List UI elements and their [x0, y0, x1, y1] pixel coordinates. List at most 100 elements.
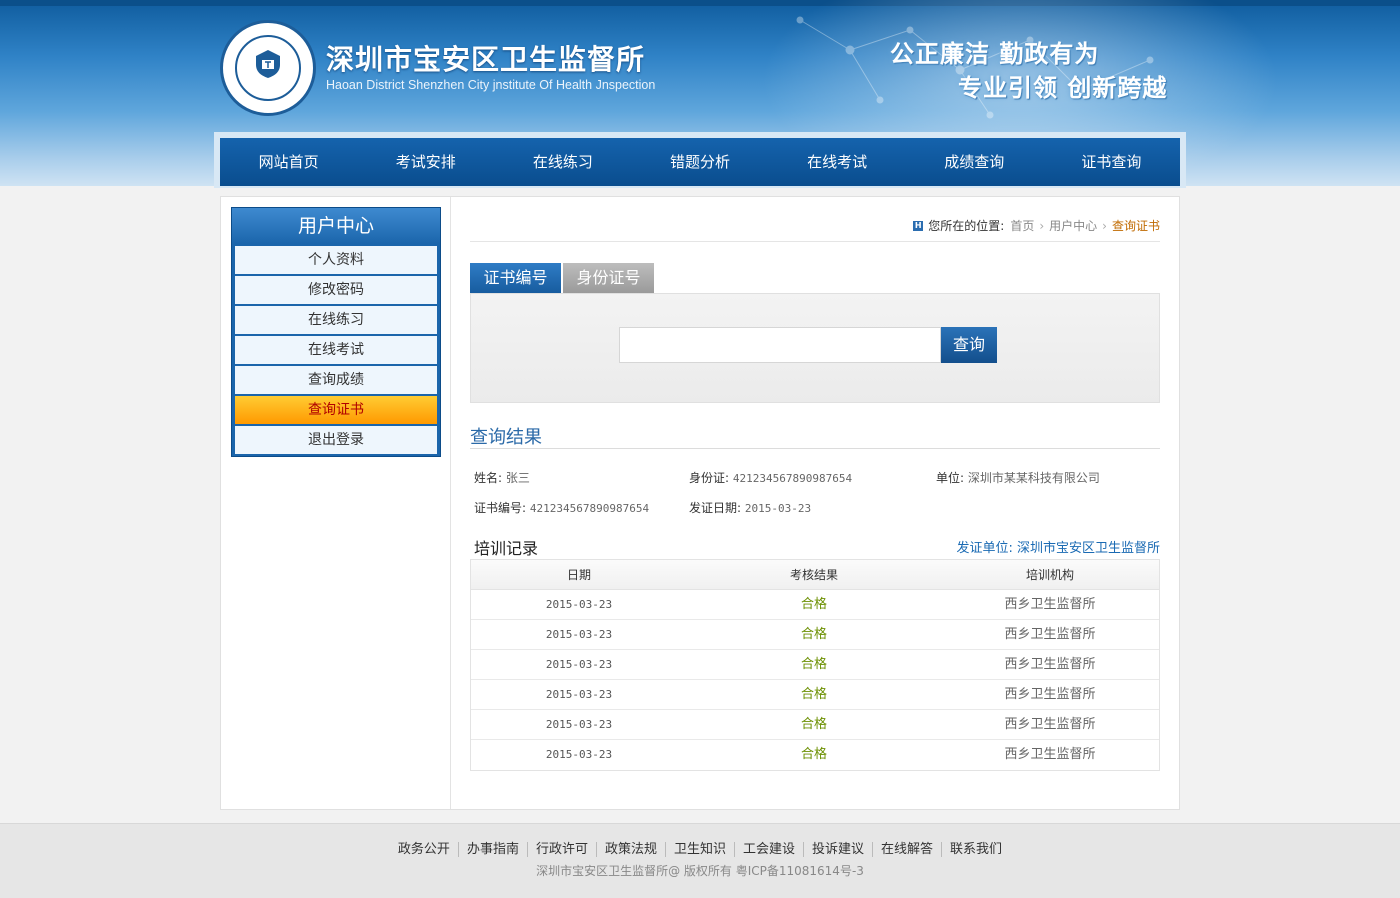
search-panel: 查询 [470, 293, 1160, 403]
cell-date: 2015-03-23 [545, 598, 613, 611]
shield-emblem-icon [256, 50, 280, 78]
content-area: H 您所在的位置: 首页 › 用户中心 › 查询证书 证书编号 身份证号 查询 … [470, 197, 1160, 809]
issuing-unit: 发证单位: 深圳市宝安区卫生监督所 [956, 541, 1160, 556]
chevron-right-icon: › [1102, 218, 1107, 233]
footer-link-complaints[interactable]: 投诉建议 [803, 842, 873, 857]
sidebar-column: 用户中心 个人资料 修改密码 在线练习 在线考试 查询成绩 查询证书 退出登录 [221, 197, 451, 809]
table-row: 2015-03-23 合格 西乡卫生监督所 [471, 620, 1159, 650]
search-button[interactable]: 查询 [941, 327, 997, 363]
sidebar-item-query-scores[interactable]: 查询成绩 [235, 366, 437, 394]
footer-links: 政务公开 办事指南 行政许可 政策法规 卫生知识 工会建设 投诉建议 在线解答 联系我们 [0, 838, 1400, 857]
footer-link-administrative-license[interactable]: 行政许可 [526, 842, 596, 857]
cell-institution: 西乡卫生监督所 [1004, 597, 1096, 612]
id-value: 421234567890987654 [732, 472, 853, 485]
breadcrumb-divider [470, 241, 1160, 242]
unit-value: 深圳市某某科技有限公司 [967, 471, 1100, 485]
table-row: 2015-03-23 合格 西乡卫生监督所 [471, 590, 1159, 620]
breadcrumb-prefix: 您所在的位置: [928, 219, 1005, 233]
issue-date-value: 2015-03-23 [744, 502, 812, 515]
home-marker-icon: H [913, 220, 924, 231]
cell-date: 2015-03-23 [545, 658, 613, 671]
cell-date: 2015-03-23 [545, 688, 613, 701]
cell-result: 合格 [800, 717, 827, 732]
site-footer: 政务公开 办事指南 行政许可 政策法规 卫生知识 工会建设 投诉建议 在线解答 联系我们 深圳市… [0, 823, 1400, 898]
footer-link-service-guide[interactable]: 办事指南 [457, 842, 527, 857]
sidebar-item-online-exam[interactable]: 在线考试 [235, 336, 437, 364]
slogan-line-2: 专业引领 创新跨越 [958, 74, 1168, 102]
info-issue-date: 发证日期: 2015-03-23 [689, 499, 811, 516]
nav-item-home[interactable]: 网站首页 [220, 138, 357, 186]
cell-date: 2015-03-23 [545, 628, 613, 641]
sidebar-item-query-certificate[interactable]: 查询证书 [235, 396, 437, 424]
chevron-right-icon: › [1039, 218, 1045, 233]
footer-link-policies[interactable]: 政策法规 [595, 842, 665, 857]
table-row: 2015-03-23 合格 西乡卫生监督所 [471, 680, 1159, 710]
tab-certificate-number[interactable]: 证书编号 [470, 263, 561, 293]
issue-date-label: 发证日期: [689, 501, 742, 515]
cell-institution: 西乡卫生监督所 [1004, 657, 1096, 672]
cell-result: 合格 [800, 597, 827, 612]
sidebar-item-profile[interactable]: 个人资料 [235, 246, 437, 274]
column-header-result: 考核结果 [789, 568, 838, 582]
cell-date: 2015-03-23 [545, 718, 613, 731]
cert-number-label: 证书编号: [474, 501, 527, 515]
cell-date: 2015-03-23 [545, 748, 613, 761]
column-header-date: 日期 [566, 568, 591, 582]
user-center-menu: 用户中心 个人资料 修改密码 在线练习 在线考试 查询成绩 查询证书 退出登录 [231, 207, 441, 457]
result-divider [470, 448, 1160, 449]
breadcrumb-home[interactable]: 首页 [1010, 217, 1034, 234]
name-label: 姓名: [474, 471, 503, 485]
cell-result: 合格 [800, 687, 827, 702]
main-container: 用户中心 个人资料 修改密码 在线练习 在线考试 查询成绩 查询证书 退出登录 … [220, 196, 1180, 810]
table-row: 2015-03-23 合格 西乡卫生监督所 [471, 740, 1159, 770]
info-name: 姓名: 张三 [474, 469, 530, 486]
unit-label: 单位: [936, 471, 965, 485]
nav-item-online-practice[interactable]: 在线练习 [494, 138, 631, 186]
column-header-institution: 培训机构 [1025, 568, 1074, 582]
nav-item-score-query[interactable]: 成绩查询 [906, 138, 1043, 186]
sidebar-item-logout[interactable]: 退出登录 [235, 426, 437, 454]
breadcrumb-current: 查询证书 [1111, 219, 1160, 233]
breadcrumb-section[interactable]: 用户中心 [1049, 217, 1097, 234]
nav-item-online-exam[interactable]: 在线考试 [769, 138, 906, 186]
cell-institution: 西乡卫生监督所 [1004, 747, 1096, 762]
breadcrumb: H 您所在的位置: 首页 › 用户中心 › 查询证书 [913, 217, 1160, 234]
nav-item-exam-schedule[interactable]: 考试安排 [357, 138, 494, 186]
certificate-search-input[interactable] [619, 327, 941, 363]
cell-result: 合格 [800, 657, 827, 672]
id-label: 身份证: [689, 471, 730, 485]
cell-institution: 西乡卫生监督所 [1004, 687, 1096, 702]
training-table: 日期 考核结果 培训机构 2015-03-23 合格 西乡卫生监督所 2015-… [470, 559, 1160, 771]
cert-number-value: 421234567890987654 [529, 502, 650, 515]
site-subtitle: Haoan District Shenzhen City jnstitute O… [326, 78, 656, 92]
table-header: 日期 考核结果 培训机构 [471, 560, 1159, 590]
info-id: 身份证: 421234567890987654 [689, 469, 852, 486]
site-title: 深圳市宝安区卫生监督所 [326, 43, 646, 76]
info-unit: 单位: 深圳市某某科技有限公司 [936, 469, 1100, 486]
tab-id-number[interactable]: 身份证号 [563, 263, 654, 293]
result-title: 查询结果 [470, 427, 542, 448]
sidebar-item-online-practice[interactable]: 在线练习 [235, 306, 437, 334]
cell-result: 合格 [800, 627, 827, 642]
training-title: 培训记录 [474, 539, 539, 558]
table-row: 2015-03-23 合格 西乡卫生监督所 [471, 710, 1159, 740]
cell-result: 合格 [800, 747, 827, 762]
slogan-line-1: 公正廉洁 勤政有为 [890, 40, 1100, 68]
footer-link-union[interactable]: 工会建设 [734, 842, 804, 857]
footer-link-online-answers[interactable]: 在线解答 [872, 842, 942, 857]
copyright-text: 深圳市宝安区卫生监督所@ 版权所有 粤ICP备11081614号-3 [536, 864, 864, 878]
footer-link-contact[interactable]: 联系我们 [941, 842, 1011, 857]
cell-institution: 西乡卫生监督所 [1004, 627, 1096, 642]
info-cert-number: 证书编号: 421234567890987654 [474, 499, 649, 516]
table-row: 2015-03-23 合格 西乡卫生监督所 [471, 650, 1159, 680]
nav-item-error-analysis[interactable]: 错题分析 [631, 138, 768, 186]
name-value: 张三 [505, 471, 530, 485]
search-tabs: 证书编号 身份证号 [470, 263, 656, 293]
sidebar-item-change-password[interactable]: 修改密码 [235, 276, 437, 304]
user-center-list: 个人资料 修改密码 在线练习 在线考试 查询成绩 查询证书 退出登录 [232, 244, 440, 459]
nav-item-cert-query[interactable]: 证书查询 [1043, 138, 1180, 186]
user-center-title: 用户中心 [232, 208, 440, 244]
footer-link-government-affairs[interactable]: 政务公开 [390, 842, 458, 857]
footer-link-health-knowledge[interactable]: 卫生知识 [664, 842, 734, 857]
main-nav: 网站首页 考试安排 在线练习 错题分析 在线考试 成绩查询 证书查询 [220, 138, 1180, 186]
